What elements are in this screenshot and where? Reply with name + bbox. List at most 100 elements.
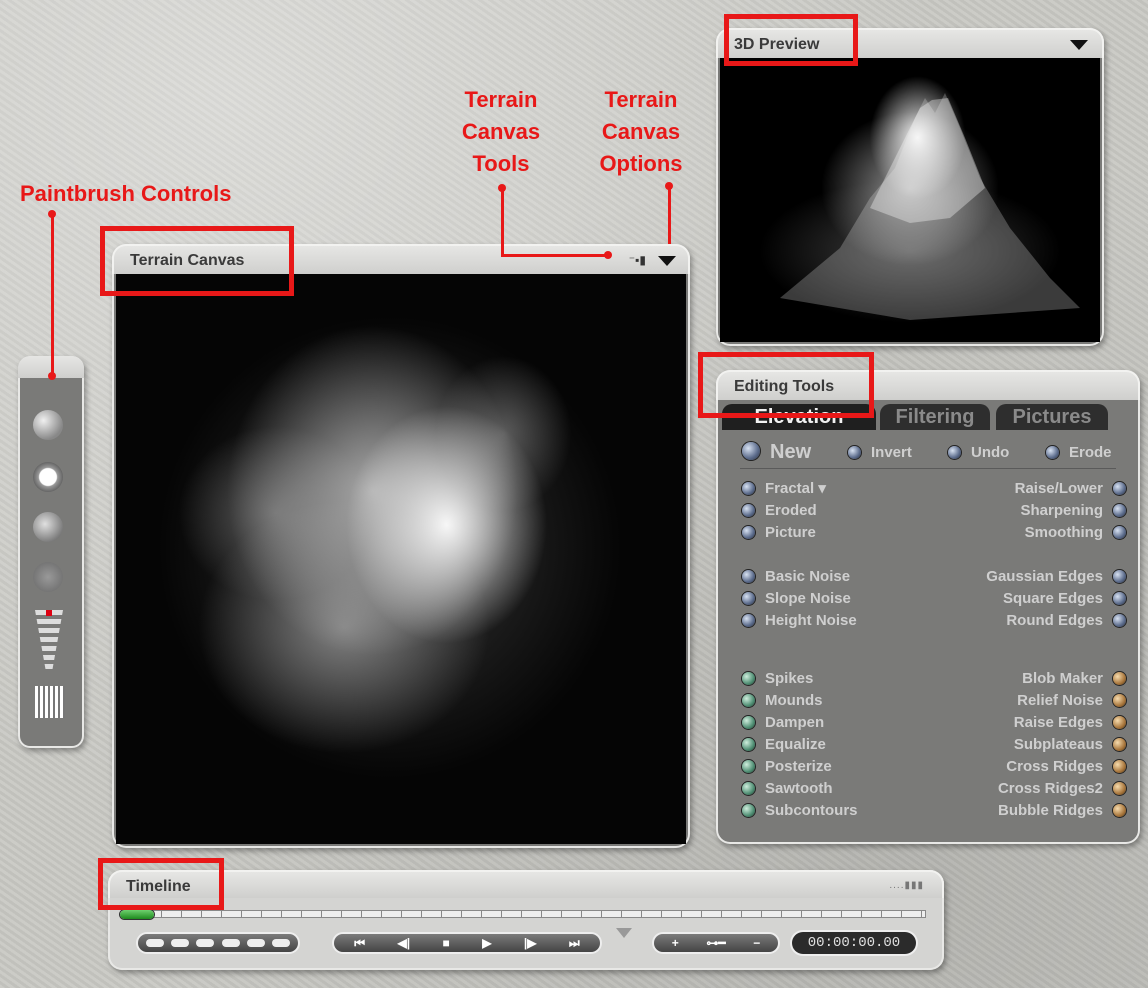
tool-label: Picture — [765, 524, 816, 541]
step-forward-button[interactable]: |▶ — [524, 936, 537, 950]
tool-raise-lower[interactable]: Raise/Lower — [1015, 480, 1126, 498]
timeline-track[interactable] — [122, 910, 926, 918]
tool-label: Subplateaus — [1013, 736, 1103, 753]
time-display: 00:00:00.00 — [792, 932, 916, 954]
playhead[interactable] — [120, 910, 154, 919]
segment — [246, 939, 265, 947]
invert-button[interactable]: Invert — [848, 444, 912, 462]
tool-dampen[interactable]: Dampen — [742, 714, 824, 732]
brush-hardness-button[interactable] — [33, 410, 63, 440]
brush-opacity-button[interactable] — [33, 562, 63, 592]
new-button-label: New — [770, 441, 812, 463]
tool-slope-noise[interactable]: Slope Noise — [742, 590, 851, 608]
tool-relief-noise[interactable]: Relief Noise — [1017, 692, 1126, 710]
tool-dot-icon — [742, 738, 755, 751]
tool-label: Cross Ridges — [1006, 758, 1103, 775]
tool-dot-icon — [1113, 738, 1126, 751]
brush-pattern-grid[interactable] — [35, 686, 65, 718]
terrain-canvas[interactable] — [116, 274, 686, 844]
tool-basic-noise[interactable]: Basic Noise — [742, 568, 850, 586]
tool-raise-edges[interactable]: Raise Edges — [1014, 714, 1126, 732]
new-button-icon — [742, 442, 760, 460]
tool-dot-icon — [1113, 694, 1126, 707]
tool-fractal[interactable]: Fractal ▾ — [742, 480, 826, 498]
tool-subcontours[interactable]: Subcontours — [742, 802, 858, 820]
strength-indicator — [46, 610, 52, 616]
invert-button-icon — [848, 446, 861, 459]
annotation-line — [668, 186, 671, 244]
tool-spikes[interactable]: Spikes — [742, 670, 813, 688]
tool-dot-icon — [1113, 482, 1126, 495]
add-key-button[interactable]: + — [672, 936, 679, 950]
tool-dot-icon — [742, 716, 755, 729]
tool-sharpening[interactable]: Sharpening — [1020, 502, 1126, 520]
undo-button[interactable]: Undo — [948, 444, 1009, 462]
tool-dot-icon — [742, 694, 755, 707]
timeline-header: Timeline ....▮▮▮ — [108, 870, 944, 898]
new-button[interactable]: New — [742, 440, 811, 464]
tool-smoothing[interactable]: Smoothing — [1025, 524, 1126, 542]
triangle-down-icon[interactable] — [616, 928, 632, 938]
triangle-down-icon[interactable] — [1070, 40, 1088, 50]
canvas-tools-icon[interactable]: ⁻▪▮ — [629, 253, 646, 267]
editing-tools-panel: Editing Tools Elevation Filtering Pictur… — [716, 370, 1140, 844]
triangle-down-icon[interactable] — [658, 256, 676, 266]
tool-bubble-ridges[interactable]: Bubble Ridges — [998, 802, 1126, 820]
remove-key-button[interactable]: − — [753, 936, 760, 950]
step-back-button[interactable]: ◀| — [397, 936, 410, 950]
annotation-box-editing-tools — [698, 352, 874, 418]
play-button[interactable]: ▶ — [482, 936, 491, 950]
tool-round-edges[interactable]: Round Edges — [1006, 612, 1126, 630]
tool-label: Spikes — [765, 670, 814, 687]
tool-label: Slope Noise — [765, 590, 851, 607]
tool-label: Mounds — [765, 692, 823, 709]
tool-height-noise[interactable]: Height Noise — [742, 612, 857, 630]
tool-label: Cross Ridges2 — [997, 780, 1103, 797]
tool-label: Raise Edges — [1013, 714, 1103, 731]
key-icon[interactable]: ⊶━ — [706, 936, 725, 950]
divider — [740, 468, 1116, 469]
tool-picture[interactable]: Picture — [742, 524, 816, 542]
tool-subplateaus[interactable]: Subplateaus — [1014, 736, 1126, 754]
tool-label: Relief Noise — [1017, 692, 1103, 709]
tool-cross-ridges[interactable]: Cross Ridges — [1006, 758, 1126, 776]
tool-label: Posterize — [765, 758, 832, 775]
tab-filtering[interactable]: Filtering — [880, 404, 990, 430]
tool-cross-ridges2[interactable]: Cross Ridges2 — [998, 780, 1126, 798]
tool-dot-icon — [742, 672, 755, 685]
tool-label: Gaussian Edges — [986, 568, 1103, 585]
frame-segments[interactable] — [138, 934, 298, 952]
tool-dot-icon — [742, 526, 755, 539]
tool-label: Bubble Ridges — [997, 802, 1103, 819]
tool-label: Height Noise — [765, 612, 857, 629]
annotation-box-timeline — [98, 858, 224, 910]
erode-button[interactable]: Erode — [1046, 444, 1112, 462]
skip-forward-button[interactable]: ⏭ — [569, 936, 580, 951]
stop-button[interactable]: ■ — [443, 936, 450, 950]
tool-blob-maker[interactable]: Blob Maker — [1022, 670, 1126, 688]
tool-dot-icon — [1113, 526, 1126, 539]
tool-dot-icon — [742, 614, 755, 627]
tool-sawtooth[interactable]: Sawtooth — [742, 780, 833, 798]
annotation-box-terrain-canvas — [100, 226, 294, 296]
tool-mounds[interactable]: Mounds — [742, 692, 823, 710]
tool-gaussian-edges[interactable]: Gaussian Edges — [986, 568, 1126, 586]
tool-label: Round Edges — [1006, 612, 1103, 629]
mountain-render — [780, 93, 1080, 320]
tool-dot-icon — [742, 760, 755, 773]
brush-strength-slider[interactable] — [35, 610, 63, 670]
undo-button-label: Undo — [971, 444, 1010, 461]
tool-label: Sharpening — [1020, 502, 1103, 519]
brush-size-button[interactable] — [33, 462, 63, 492]
tool-eroded[interactable]: Eroded — [742, 502, 817, 520]
skip-back-button[interactable]: ⏮ — [354, 936, 365, 951]
tool-square-edges[interactable]: Square Edges — [1003, 590, 1126, 608]
brush-softness-button[interactable] — [33, 512, 63, 542]
preview-viewport[interactable] — [720, 58, 1100, 342]
transport-controls: ⏮ ◀| ■ ▶ |▶ ⏭ — [334, 934, 600, 952]
annotation-box-3d-preview — [724, 14, 858, 66]
tool-equalize[interactable]: Equalize — [742, 736, 826, 754]
tool-posterize[interactable]: Posterize — [742, 758, 832, 776]
tab-pictures[interactable]: Pictures — [996, 404, 1108, 430]
tool-label: Blob Maker — [1022, 670, 1103, 687]
